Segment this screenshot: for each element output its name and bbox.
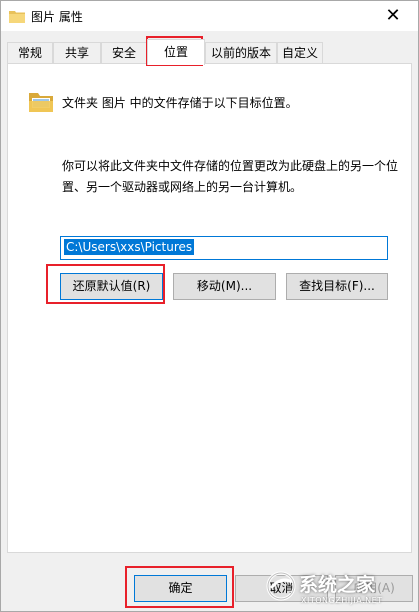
folder-description: 文件夹 图片 中的文件存储于以下目标位置。 (62, 96, 298, 110)
tab-security[interactable]: 安全 (101, 42, 147, 64)
folder-icon (29, 93, 53, 112)
folder-icon (9, 11, 25, 23)
path-input[interactable]: C:\Users\xxs\Pictures (60, 236, 388, 260)
ok-button[interactable]: 确定 (134, 575, 227, 602)
move-button[interactable]: 移动(M)... (173, 273, 276, 300)
tab-sharing[interactable]: 共享 (53, 42, 101, 64)
close-icon[interactable]: ✕ (378, 3, 408, 29)
watermark-url: XITONGZHIJIA.NET (301, 596, 383, 605)
window-title: 图片 属性 (31, 10, 83, 24)
tab-previous-versions[interactable]: 以前的版本 (205, 42, 277, 64)
path-value: C:\Users\xxs\Pictures (64, 239, 195, 255)
tab-strip: 常规 共享 安全 位置 以前的版本 自定义 (7, 39, 412, 65)
restore-default-button[interactable]: 还原默认值(R) (60, 273, 163, 300)
globe-logo-icon (266, 571, 296, 601)
tab-location[interactable]: 位置 (147, 39, 205, 65)
title-bar: 图片 属性 ✕ (1, 1, 418, 31)
location-panel: 文件夹 图片 中的文件存储于以下目标位置。 你可以将此文件夹中文件存储的位置更改… (7, 63, 412, 553)
find-target-button[interactable]: 查找目标(F)... (286, 273, 388, 300)
watermark-brand: 系统之家 (299, 574, 376, 596)
tab-customize[interactable]: 自定义 (277, 42, 323, 64)
location-explanation: 你可以将此文件夹中文件存储的位置更改为此硬盘上的另一个位置、另一个驱动器或网络上… (62, 159, 399, 194)
properties-window: 图片 属性 ✕ 常规 共享 安全 位置 以前的版本 自定义 文件夹 图片 中的文… (0, 0, 419, 612)
watermark: 系统之家 XITONGZHIJIA.NET (265, 566, 415, 610)
tab-general[interactable]: 常规 (7, 42, 53, 64)
